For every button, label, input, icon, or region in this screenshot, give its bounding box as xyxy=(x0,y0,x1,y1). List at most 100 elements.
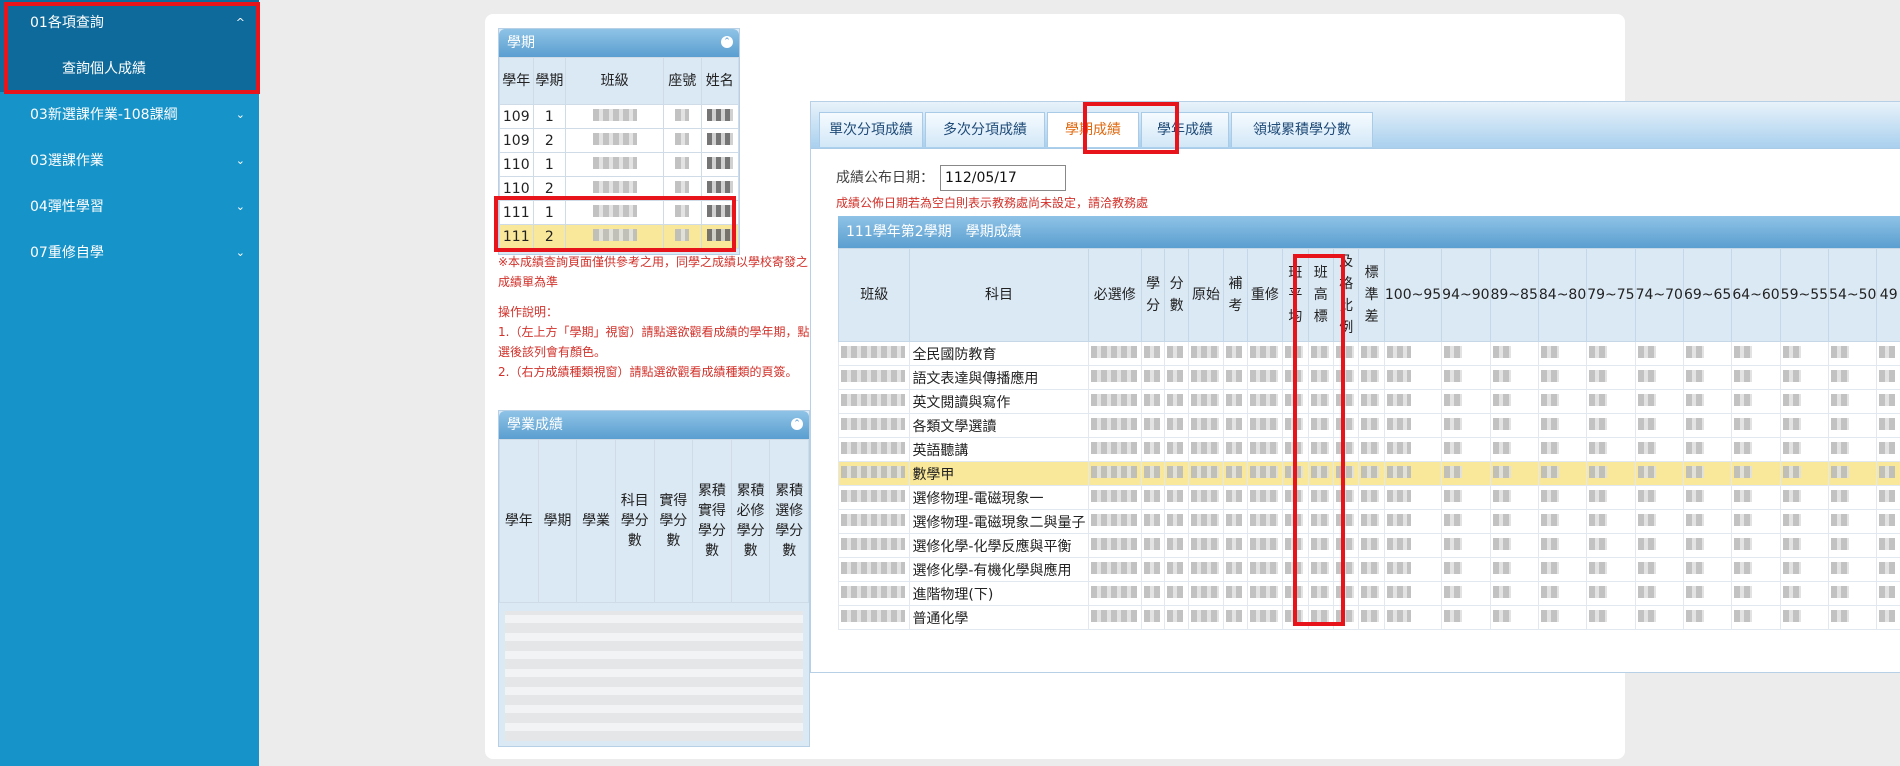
data-cell xyxy=(1441,341,1491,366)
data-cell xyxy=(1307,437,1335,462)
data-cell xyxy=(1634,485,1684,510)
data-cell xyxy=(1586,485,1636,510)
blurred-value xyxy=(1310,369,1329,382)
blurred-value xyxy=(1540,393,1559,406)
data-cell xyxy=(1383,365,1443,390)
data-cell xyxy=(1441,389,1491,414)
data-cell xyxy=(837,413,911,438)
tab-multi-score[interactable]: 多次分項成績 xyxy=(925,112,1045,147)
menu-item-label: 03新選課作業-108課綱 xyxy=(30,107,178,123)
tab-domain-credits[interactable]: 領域累積學分數 xyxy=(1231,112,1373,147)
menu-item-queries[interactable]: 01各項查詢 ^ xyxy=(0,0,259,46)
menu-item-label: 03選課作業 xyxy=(30,153,104,169)
data-cell xyxy=(1087,341,1142,366)
blurred-value xyxy=(1285,441,1304,454)
data-cell xyxy=(1537,413,1588,438)
data-cell xyxy=(1164,461,1189,486)
blurred-content xyxy=(505,611,803,741)
blurred-value xyxy=(1589,393,1608,406)
data-cell xyxy=(1441,605,1491,630)
tab-semester-grades[interactable]: 學期成績 xyxy=(1047,112,1139,147)
table-row[interactable]: 110 1 xyxy=(499,152,739,177)
blurred-value xyxy=(1190,369,1219,382)
menu-item-retake-self-study[interactable]: 07重修自學 ⌄ xyxy=(0,230,259,276)
table-row[interactable]: 110 2 xyxy=(499,176,739,201)
column-header: 累積選修學分數 xyxy=(769,439,809,603)
blurred-value xyxy=(1734,465,1753,478)
data-cell xyxy=(1441,437,1491,462)
data-cell xyxy=(837,437,911,462)
grades-panel: 單次分項成績 多次分項成績 學期成績 學年成績 領域累積學分數 成績公布日期： 1… xyxy=(810,101,1900,673)
blurred-value xyxy=(1249,513,1278,526)
data-cell xyxy=(1187,413,1225,438)
blurred-value xyxy=(1782,369,1801,382)
data-cell xyxy=(1586,605,1636,630)
column-header: 54~50 xyxy=(1828,248,1878,342)
data-cell xyxy=(1779,557,1830,582)
table-row-selected[interactable]: 111 2 xyxy=(499,224,739,249)
table-row[interactable]: 全民國防教育 xyxy=(837,341,1900,366)
data-cell xyxy=(1187,605,1225,630)
data-cell xyxy=(1731,557,1781,582)
table-row[interactable]: 109 1 xyxy=(499,104,739,129)
data-cell xyxy=(1307,557,1335,582)
subject-cell: 選修化學-化學反應與平衡 xyxy=(909,533,1089,558)
data-cell xyxy=(1731,509,1781,534)
blurred-value xyxy=(1589,441,1608,454)
menu-item-course-selection[interactable]: 03選課作業 ⌄ xyxy=(0,138,259,184)
table-row[interactable]: 選修物理-電磁現象一 xyxy=(837,485,1900,510)
subject-cell: 數學甲 xyxy=(909,461,1089,486)
table-row[interactable]: 進階物理(下) xyxy=(837,581,1900,606)
table-row[interactable]: 109 2 xyxy=(499,128,739,153)
blurred-value xyxy=(1879,441,1896,454)
semester-grades-title: 111學年第2學期 學期成績 xyxy=(838,216,1900,248)
publish-date-field[interactable]: 112/05/17 xyxy=(940,165,1066,191)
panel-header: 學業成績 ⌃ xyxy=(499,411,809,439)
column-header: 59~55 xyxy=(1779,248,1830,342)
table-row[interactable]: 語文表達與傳播應用 xyxy=(837,365,1900,390)
menu-item-new-course-selection[interactable]: 03新選課作業-108課綱 ⌄ xyxy=(0,92,259,138)
data-cell xyxy=(1282,533,1309,558)
table-row[interactable]: 普通化學 xyxy=(837,605,1900,630)
table-row[interactable]: 111 1 xyxy=(499,200,739,225)
data-cell xyxy=(1634,365,1684,390)
blurred-value xyxy=(1685,609,1704,622)
blurred-value xyxy=(1637,393,1656,406)
data-cell xyxy=(1876,413,1900,438)
data-cell xyxy=(1828,581,1878,606)
collapse-icon[interactable]: ⌃ xyxy=(721,36,733,48)
data-cell xyxy=(837,581,911,606)
data-cell xyxy=(1779,581,1830,606)
submenu-personal-grades[interactable]: 查詢個人成績 xyxy=(0,46,259,92)
blurred-value xyxy=(1444,393,1463,406)
blurred-value xyxy=(1540,609,1559,622)
table-row[interactable]: 選修化學-有機化學與應用 xyxy=(837,557,1900,582)
data-cell xyxy=(1358,509,1385,534)
data-cell xyxy=(1489,581,1539,606)
data-cell xyxy=(1441,557,1491,582)
data-cell xyxy=(1087,557,1142,582)
data-cell xyxy=(1223,389,1248,414)
tab-year-grades[interactable]: 學年成績 xyxy=(1141,112,1229,147)
data-cell xyxy=(1828,437,1878,462)
table-row[interactable]: 選修物理-電磁現象二與量子 xyxy=(837,509,1900,534)
table-row[interactable]: 數學甲 xyxy=(837,461,1900,486)
blurred-value xyxy=(1386,537,1411,550)
blurred-value xyxy=(1310,393,1329,406)
table-row[interactable]: 英文閱讀與寫作 xyxy=(837,389,1900,414)
subject-cell: 選修物理-電磁現象一 xyxy=(909,485,1089,510)
blurred-value xyxy=(1685,561,1704,574)
data-cell xyxy=(1489,485,1539,510)
table-row[interactable]: 選修化學-化學反應與平衡 xyxy=(837,533,1900,558)
data-cell xyxy=(1586,437,1636,462)
chevron-down-icon: ⌄ xyxy=(235,246,245,259)
blurred-value xyxy=(1386,609,1411,622)
tab-single-score[interactable]: 單次分項成績 xyxy=(819,112,923,147)
table-row[interactable]: 各類文學選讀 xyxy=(837,413,1900,438)
collapse-icon[interactable]: ⌃ xyxy=(791,418,803,430)
blurred-value xyxy=(1589,489,1608,502)
menu-item-flexible-learning[interactable]: 04彈性學習 ⌄ xyxy=(0,184,259,230)
data-cell xyxy=(1682,365,1733,390)
table-row[interactable]: 英語聽講 xyxy=(837,437,1900,462)
blurred-value xyxy=(1444,513,1463,526)
